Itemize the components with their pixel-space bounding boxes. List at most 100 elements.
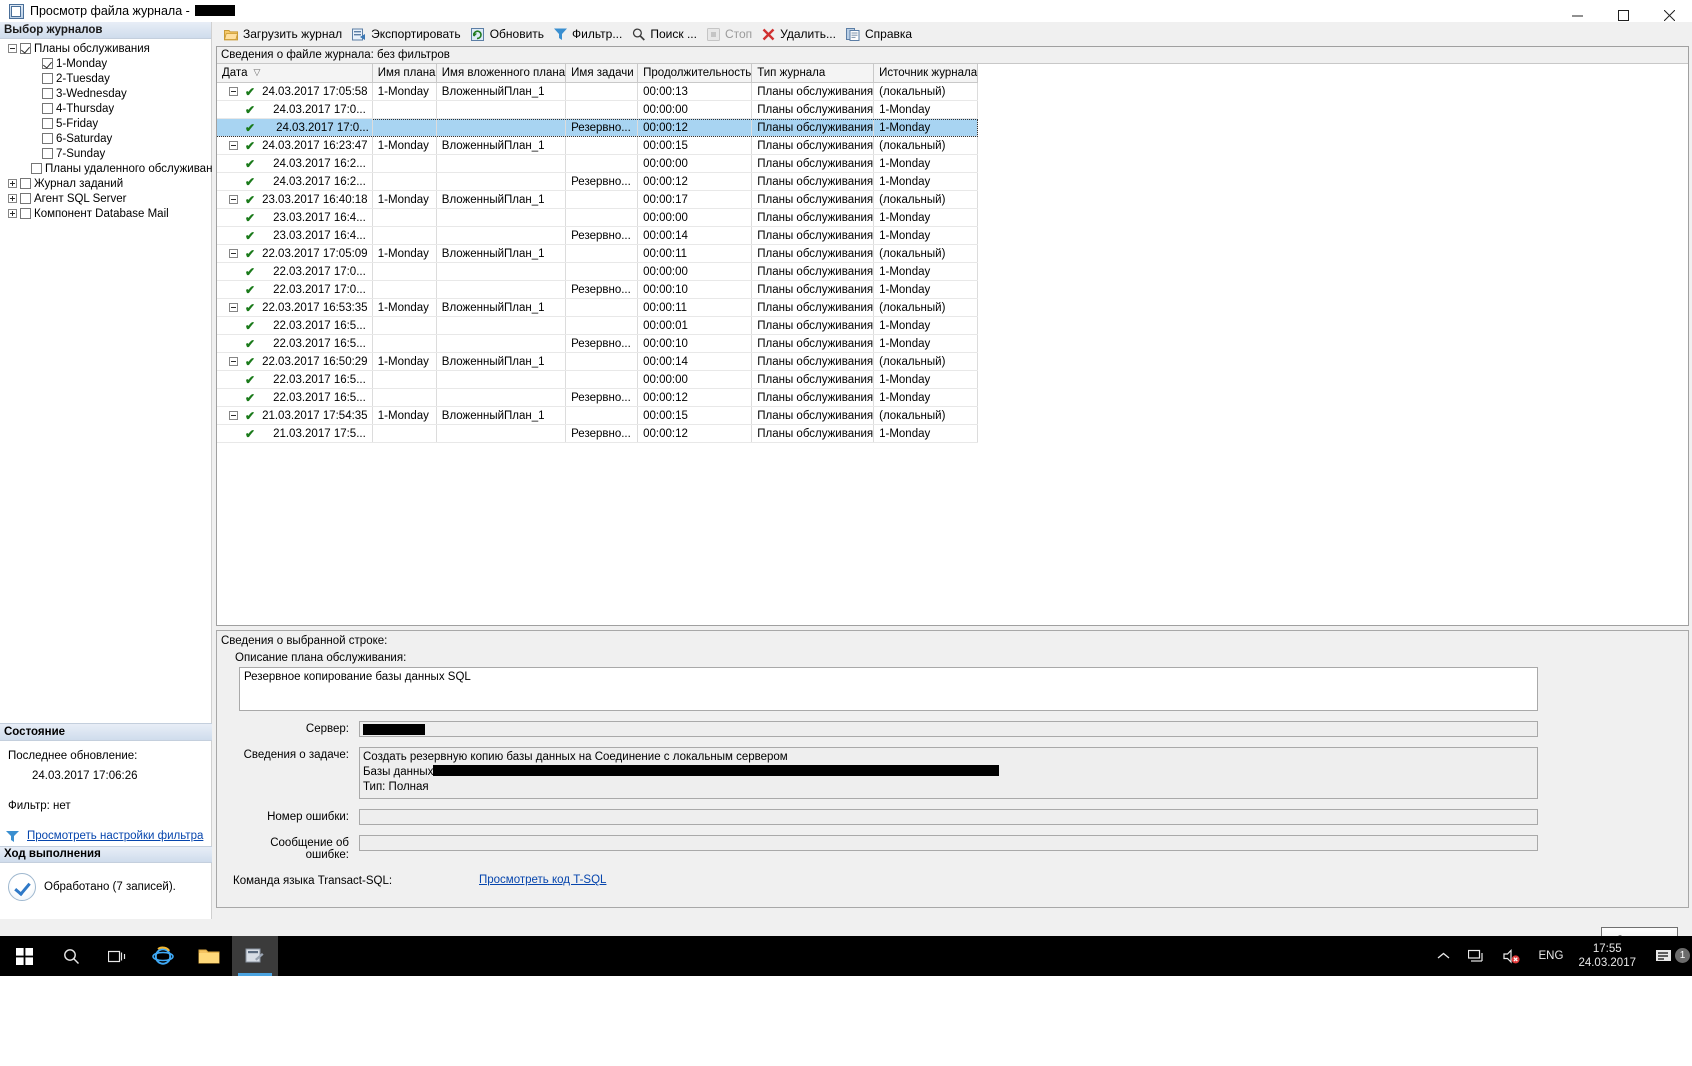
- row-collapse-icon[interactable]: [229, 141, 238, 150]
- grid-cell-duration[interactable]: 00:00:10: [637, 280, 753, 299]
- grid-cell-task-name[interactable]: [565, 316, 639, 335]
- grid-header-row[interactable]: Дата ▽ Имя плана Имя вложенного плана Имя за…: [217, 64, 979, 83]
- grid-row[interactable]: ✔ 22.03.2017 17:05:09 1-Monday ВложенныйПла…: [217, 244, 979, 263]
- row-collapse-icon[interactable]: [229, 357, 238, 366]
- view-tsql-link[interactable]: Просмотреть код T-SQL: [479, 874, 606, 886]
- grid-cell-subplan-name[interactable]: [436, 388, 567, 407]
- grid-column-header[interactable]: Источник журнала: [873, 64, 979, 83]
- grid-cell-subplan-name[interactable]: ВложенныйПлан_1: [436, 136, 567, 155]
- grid-row[interactable]: ✔ 24.03.2017 17:05:58 1-Monday ВложенныйПла…: [217, 82, 979, 101]
- filter-settings-link[interactable]: Просмотреть настройки фильтра: [27, 830, 203, 842]
- grid-cell-log-source[interactable]: (локальный): [873, 82, 979, 101]
- grid-cell-subplan-name[interactable]: ВложенныйПлан_1: [436, 190, 567, 209]
- tree-item-checkbox[interactable]: [42, 103, 53, 114]
- row-collapse-icon[interactable]: [229, 249, 238, 258]
- ssms-icon[interactable]: [232, 936, 278, 976]
- grid-cell-date[interactable]: ✔ 22.03.2017 16:5...: [217, 388, 373, 407]
- tree-item[interactable]: 7-Sunday: [0, 146, 211, 161]
- tree-item-checkbox[interactable]: [20, 43, 31, 54]
- grid-cell-duration[interactable]: 00:00:12: [637, 388, 753, 407]
- grid-cell-subplan-name[interactable]: [436, 208, 567, 227]
- grid-cell-log-type[interactable]: Планы обслуживания: [751, 352, 875, 371]
- grid-cell-duration[interactable]: 00:00:00: [637, 262, 753, 281]
- toolbar-button-open-folder[interactable]: Загрузить журнал: [219, 24, 347, 44]
- grid-cell-plan-name[interactable]: [372, 100, 437, 119]
- grid-cell-log-type[interactable]: Планы обслуживания: [751, 100, 875, 119]
- grid-cell-duration[interactable]: 00:00:14: [637, 226, 753, 245]
- grid-cell-task-name[interactable]: Резервно...: [565, 334, 639, 353]
- grid-cell-plan-name[interactable]: [372, 370, 437, 389]
- grid-cell-log-source[interactable]: 1-Monday: [873, 154, 979, 173]
- grid-cell-task-name[interactable]: Резервно...: [565, 118, 639, 137]
- grid-cell-subplan-name[interactable]: [436, 280, 567, 299]
- network-icon[interactable]: [1459, 949, 1494, 963]
- grid-cell-subplan-name[interactable]: [436, 316, 567, 335]
- grid-cell-subplan-name[interactable]: [436, 226, 567, 245]
- grid-cell-log-source[interactable]: 1-Monday: [873, 280, 979, 299]
- grid-cell-log-source[interactable]: (локальный): [873, 244, 979, 263]
- grid-cell-plan-name[interactable]: [372, 154, 437, 173]
- grid-column-header[interactable]: Имя вложенного плана: [436, 64, 567, 83]
- grid-cell-log-type[interactable]: Планы обслуживания: [751, 118, 875, 137]
- grid-cell-plan-name[interactable]: [372, 316, 437, 335]
- grid-cell-log-type[interactable]: Планы обслуживания: [751, 226, 875, 245]
- grid-cell-log-type[interactable]: Планы обслуживания: [751, 406, 875, 425]
- action-center-icon[interactable]: 1: [1646, 947, 1692, 965]
- grid-cell-log-type[interactable]: Планы обслуживания: [751, 172, 875, 191]
- grid-row[interactable]: ✔ 23.03.2017 16:4... Резервно... 00:00:14 Пл…: [217, 226, 979, 245]
- grid-cell-subplan-name[interactable]: ВложенныйПлан_1: [436, 406, 567, 425]
- collapse-minus-icon[interactable]: [8, 44, 17, 53]
- grid-cell-log-type[interactable]: Планы обслуживания: [751, 316, 875, 335]
- grid-cell-plan-name[interactable]: 1-Monday: [372, 82, 437, 101]
- grid-cell-log-source[interactable]: 1-Monday: [873, 208, 979, 227]
- tree-item-checkbox[interactable]: [20, 208, 31, 219]
- grid-cell-log-type[interactable]: Планы обслуживания: [751, 190, 875, 209]
- grid-cell-plan-name[interactable]: [372, 388, 437, 407]
- clock[interactable]: 17:55 24.03.2017: [1572, 942, 1646, 970]
- grid-cell-duration[interactable]: 00:00:15: [637, 406, 753, 425]
- grid-cell-plan-name[interactable]: 1-Monday: [372, 244, 437, 263]
- grid-cell-plan-name[interactable]: 1-Monday: [372, 190, 437, 209]
- toolbar-button-refresh[interactable]: Обновить: [466, 24, 549, 44]
- grid-cell-subplan-name[interactable]: ВложенныйПлан_1: [436, 352, 567, 371]
- tree-item-checkbox[interactable]: [31, 163, 42, 174]
- tree-item-checkbox[interactable]: [42, 58, 53, 69]
- row-collapse-icon[interactable]: [229, 87, 238, 96]
- grid-cell-date[interactable]: ✔ 22.03.2017 17:05:09: [217, 244, 373, 263]
- grid-cell-plan-name[interactable]: 1-Monday: [372, 136, 437, 155]
- grid-cell-date[interactable]: ✔ 24.03.2017 17:0...: [217, 118, 373, 137]
- grid-cell-log-source[interactable]: (локальный): [873, 136, 979, 155]
- tree-item-checkbox[interactable]: [20, 193, 31, 204]
- grid-cell-date[interactable]: ✔ 22.03.2017 16:5...: [217, 316, 373, 335]
- grid-cell-log-source[interactable]: 1-Monday: [873, 100, 979, 119]
- grid-cell-duration[interactable]: 00:00:11: [637, 298, 753, 317]
- grid-cell-duration[interactable]: 00:00:00: [637, 208, 753, 227]
- grid-row[interactable]: ✔ 24.03.2017 16:2... Резервно... 00:00:12 Пл…: [217, 172, 979, 191]
- grid-column-header[interactable]: Продолжительность: [637, 64, 753, 83]
- grid-cell-subplan-name[interactable]: [436, 172, 567, 191]
- task-view-icon[interactable]: [94, 936, 140, 976]
- grid-row[interactable]: ✔ 24.03.2017 16:23:47 1-Monday ВложенныйПла…: [217, 136, 979, 155]
- grid-row[interactable]: ✔ 22.03.2017 16:50:29 1-Monday ВложенныйПла…: [217, 352, 979, 371]
- toolbar-button-funnel[interactable]: Фильтр...: [549, 24, 627, 44]
- grid-cell-log-type[interactable]: Планы обслуживания: [751, 280, 875, 299]
- grid-row[interactable]: ✔ 22.03.2017 17:0... Резервно... 00:00:10 Пл…: [217, 280, 979, 299]
- grid-column-header[interactable]: Имя плана: [372, 64, 437, 83]
- grid-cell-task-name[interactable]: Резервно...: [565, 424, 639, 443]
- grid-cell-duration[interactable]: 00:00:00: [637, 154, 753, 173]
- grid-cell-date[interactable]: ✔ 22.03.2017 16:50:29: [217, 352, 373, 371]
- volume-muted-icon[interactable]: [1494, 948, 1530, 964]
- grid-cell-date[interactable]: ✔ 24.03.2017 16:2...: [217, 154, 373, 173]
- grid-cell-subplan-name[interactable]: [436, 118, 567, 137]
- grid-body[interactable]: ✔ 24.03.2017 17:05:58 1-Monday ВложенныйПла…: [217, 82, 979, 443]
- grid-cell-duration[interactable]: 00:00:17: [637, 190, 753, 209]
- toolbar-button-help-pages[interactable]: Справка: [841, 24, 917, 44]
- internet-explorer-icon[interactable]: [140, 936, 186, 976]
- grid-cell-date[interactable]: ✔ 23.03.2017 16:4...: [217, 226, 373, 245]
- grid-cell-log-source[interactable]: 1-Monday: [873, 118, 979, 137]
- grid-cell-plan-name[interactable]: 1-Monday: [372, 352, 437, 371]
- grid-cell-subplan-name[interactable]: [436, 100, 567, 119]
- grid-cell-duration[interactable]: 00:00:00: [637, 100, 753, 119]
- grid-cell-subplan-name[interactable]: [436, 154, 567, 173]
- toolbar-button-export[interactable]: Экспортировать: [347, 24, 466, 44]
